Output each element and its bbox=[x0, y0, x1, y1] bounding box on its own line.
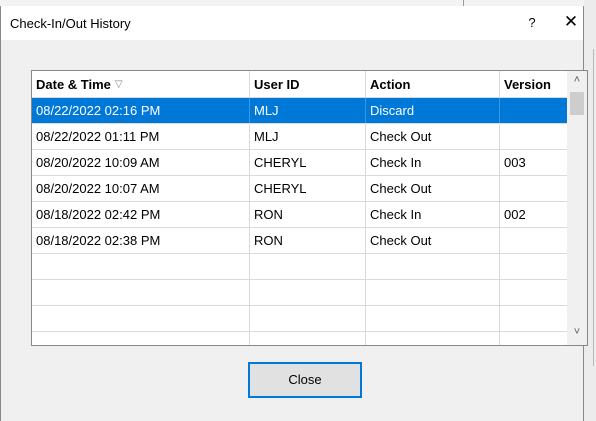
empty-table-row bbox=[32, 280, 567, 306]
vertical-scrollbar[interactable]: ˄ ˅ bbox=[567, 71, 587, 345]
scroll-down-arrow-icon[interactable]: ˅ bbox=[567, 326, 587, 342]
column-header-version[interactable]: Version bbox=[500, 71, 567, 97]
empty-table-row bbox=[32, 306, 567, 332]
cell-user-id: RON bbox=[250, 228, 366, 253]
cell-action: Check In bbox=[366, 150, 500, 175]
cell-action: Check Out bbox=[366, 176, 500, 201]
table-header-row: Date & Time ▽ User ID Action Version bbox=[32, 71, 567, 98]
cell-user-id: CHERYL bbox=[250, 150, 366, 175]
cell-action: Discard bbox=[366, 98, 500, 123]
cell-user-id: MLJ bbox=[250, 124, 366, 149]
table-row[interactable]: 08/22/2022 02:16 PM MLJ Discard bbox=[32, 98, 567, 124]
empty-table-row bbox=[32, 254, 567, 280]
cell-date-time: 08/20/2022 10:09 AM bbox=[32, 150, 250, 175]
cell-date-time: 08/18/2022 02:42 PM bbox=[32, 202, 250, 227]
column-header-user-id[interactable]: User ID bbox=[250, 71, 366, 97]
empty-table-row bbox=[32, 332, 567, 345]
cell-action: Check Out bbox=[366, 124, 500, 149]
cell-date-time: 08/18/2022 02:38 PM bbox=[32, 228, 250, 253]
table-row[interactable]: 08/18/2022 02:38 PM RON Check Out bbox=[32, 228, 567, 254]
close-button[interactable]: Close bbox=[248, 362, 362, 398]
history-table[interactable]: Date & Time ▽ User ID Action Version 08/2… bbox=[31, 70, 588, 346]
cell-action: Check In bbox=[366, 202, 500, 227]
column-header-label: Date & Time bbox=[36, 77, 111, 92]
cell-version bbox=[500, 98, 567, 123]
title-bar[interactable]: Check-In/Out History ? ✕ bbox=[1, 6, 583, 40]
cell-user-id: RON bbox=[250, 202, 366, 227]
help-button[interactable]: ? bbox=[524, 15, 540, 33]
cell-action: Check Out bbox=[366, 228, 500, 253]
cell-version bbox=[500, 124, 567, 149]
cell-version bbox=[500, 176, 567, 201]
cell-user-id: CHERYL bbox=[250, 176, 366, 201]
cell-date-time: 08/20/2022 10:07 AM bbox=[32, 176, 250, 201]
scroll-up-arrow-icon[interactable]: ˄ bbox=[567, 74, 587, 90]
background-divider bbox=[593, 49, 594, 366]
sort-descending-icon: ▽ bbox=[114, 79, 123, 90]
cell-user-id: MLJ bbox=[250, 98, 366, 123]
table-row[interactable]: 08/18/2022 02:42 PM RON Check In 002 bbox=[32, 202, 567, 228]
cell-date-time: 08/22/2022 02:16 PM bbox=[32, 98, 250, 123]
table-row[interactable]: 08/20/2022 10:07 AM CHERYL Check Out bbox=[32, 176, 567, 202]
cell-version: 003 bbox=[504, 155, 526, 170]
cell-version: 002 bbox=[504, 207, 526, 222]
scrollbar-thumb[interactable] bbox=[570, 92, 584, 115]
cell-date-time: 08/22/2022 01:11 PM bbox=[32, 124, 250, 149]
column-header-action[interactable]: Action bbox=[366, 71, 500, 97]
close-window-button[interactable]: ✕ bbox=[561, 12, 581, 34]
table-row[interactable]: 08/20/2022 10:09 AM CHERYL Check In 003 bbox=[32, 150, 567, 176]
column-header-date-time[interactable]: Date & Time ▽ bbox=[32, 71, 250, 97]
dialog-title: Check-In/Out History bbox=[10, 16, 131, 31]
check-in-out-history-dialog: Check-In/Out History ? ✕ Date & Time ▽ Us… bbox=[0, 6, 588, 421]
table-row[interactable]: 08/22/2022 01:11 PM MLJ Check Out bbox=[32, 124, 567, 150]
cell-version bbox=[500, 228, 567, 253]
